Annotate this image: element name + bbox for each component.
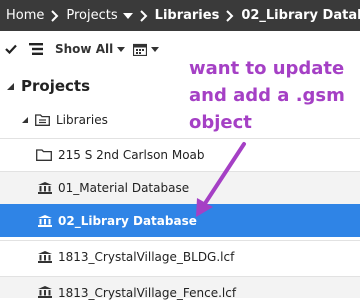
tree-item-label: 215 S 2nd Carlson Moab (58, 148, 205, 162)
caret-down-icon (117, 46, 126, 52)
expand-caret-icon[interactable] (21, 116, 29, 124)
tree-item-label: 1813_CrystalVillage_BLDG.lcf (58, 250, 235, 264)
show-all-label: Show All (55, 42, 114, 56)
library-icon (38, 286, 52, 298)
tree-item-label: 02_Library Database (58, 214, 197, 228)
chevron-right-icon (138, 9, 150, 22)
chevron-right-icon (224, 9, 236, 22)
tree-item[interactable]: 01_Material Database (0, 171, 360, 204)
annotation-line: want to update (189, 58, 345, 79)
tree-item-selected[interactable]: 02_Library Database (0, 204, 360, 237)
list-view-icon[interactable] (29, 43, 43, 55)
tree-item[interactable]: 1813_CrystalVillage_Fence.lcf (0, 276, 360, 300)
breadcrumb-current[interactable]: 02_Library Databas (236, 8, 360, 23)
breadcrumb: Home Projects Libraries 02_Library Datab… (0, 0, 360, 31)
tree-item[interactable]: 1813_CrystalVillage_BLDG.lcf (0, 240, 360, 273)
calendar-dropdown[interactable] (133, 43, 160, 56)
caret-down-icon[interactable] (122, 12, 133, 19)
breadcrumb-projects[interactable]: Projects (61, 8, 137, 23)
tree-item-label: Libraries (56, 113, 108, 127)
annotation-note: want to update and add a .gsm object (189, 55, 360, 136)
library-icon (38, 182, 52, 194)
breadcrumb-home[interactable]: Home (0, 8, 49, 23)
tree-item[interactable]: 215 S 2nd Carlson Moab (0, 138, 360, 171)
caret-down-icon (151, 46, 160, 52)
folder-icon (36, 149, 52, 161)
calendar-icon (133, 43, 148, 56)
library-icon (38, 251, 52, 263)
breadcrumb-projects-label: Projects (66, 8, 118, 23)
chevron-right-icon (49, 9, 61, 22)
library-folder-icon (35, 114, 50, 126)
tree-item-label: 01_Material Database (58, 181, 190, 195)
annotation-line: and add a .gsm (189, 85, 345, 106)
checkmark-icon[interactable] (5, 44, 17, 54)
annotation-line: object (189, 112, 252, 133)
expand-caret-icon[interactable] (6, 82, 15, 91)
breadcrumb-libraries[interactable]: Libraries (150, 8, 225, 23)
section-title: Projects (21, 77, 91, 95)
library-icon (38, 215, 52, 227)
show-all-dropdown[interactable]: Show All (55, 42, 126, 56)
